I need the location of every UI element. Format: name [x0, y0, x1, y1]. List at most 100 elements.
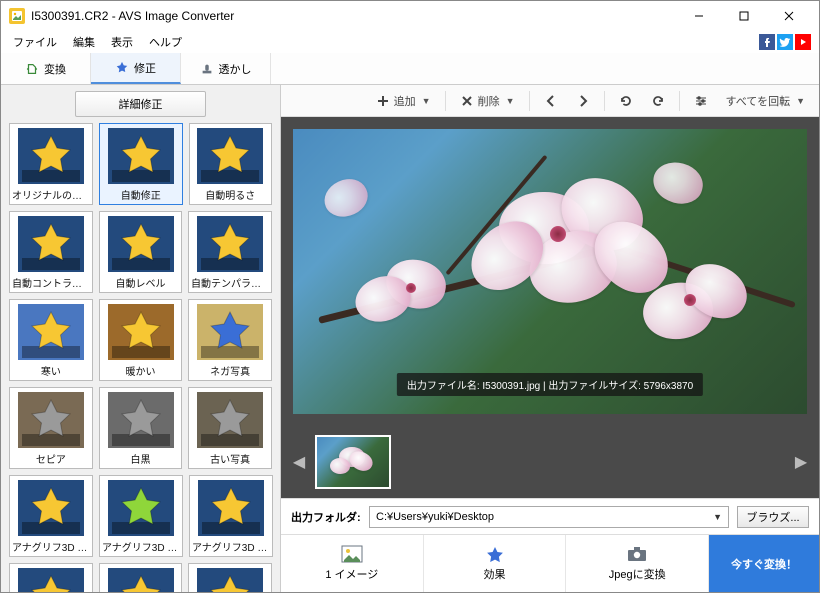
preset-cell[interactable]: 自動コントラスト [9, 211, 93, 293]
preset-thumb [108, 128, 174, 184]
status-format[interactable]: Jpegに変換 [566, 535, 709, 592]
menu-bar: ファイル 編集 表示 ヘルプ [1, 31, 819, 53]
preset-cell[interactable]: オリジナルの写真 [9, 123, 93, 205]
detail-correction-button[interactable]: 詳細修正 [75, 91, 206, 117]
next-button[interactable] [568, 88, 598, 114]
preset-thumb [197, 304, 263, 360]
menu-file[interactable]: ファイル [5, 32, 65, 52]
preset-label: 自動明るさ [192, 187, 270, 202]
preset-cell[interactable]: アナグリフ3D 赤・ [99, 475, 183, 557]
preset-cell[interactable]: 古い写真 [188, 387, 272, 469]
preset-cell[interactable]: 暖かい [99, 299, 183, 381]
filmstrip-next[interactable]: ▶ [793, 442, 809, 482]
preset-label: アナグリフ3D 赤・ [12, 539, 90, 554]
output-folder-label: 出力フォルダ: [291, 509, 361, 525]
preset-cell[interactable] [9, 563, 93, 592]
preset-thumb [108, 480, 174, 536]
rotate-cw-icon [651, 94, 665, 108]
preset-cell[interactable]: 自動レベル [99, 211, 182, 293]
preset-thumb [108, 568, 174, 592]
chevron-down-icon: ▼ [713, 512, 722, 522]
twitter-icon[interactable] [777, 34, 793, 50]
preset-thumb [197, 392, 263, 448]
preset-cell[interactable] [188, 563, 272, 592]
preset-cell[interactable]: 白黒 [99, 387, 183, 469]
preset-label: アナグリフ3D 赤・ [102, 539, 180, 554]
preset-thumb [108, 216, 174, 272]
convert-now-button[interactable]: 今すぐ変換！ [709, 535, 819, 592]
preset-label: 白黒 [102, 451, 180, 466]
rotate-ccw-icon [619, 94, 633, 108]
preset-label: アナグリフ3D 黄青 [192, 539, 270, 554]
image-toolbar: 追加▼ 削除▼ すべてを回転▼ [281, 85, 819, 117]
menu-help[interactable]: ヘルプ [141, 32, 190, 52]
preset-label: 自動テンパラチャー [191, 275, 269, 290]
preset-thumb [198, 480, 264, 536]
preset-thumb [108, 304, 174, 360]
filmstrip-prev[interactable]: ◀ [291, 442, 307, 482]
camera-icon [626, 545, 648, 563]
preset-cell[interactable]: ネガ写真 [188, 299, 272, 381]
rotate-ccw-button[interactable] [611, 88, 641, 114]
close-button[interactable] [766, 2, 811, 30]
output-folder-dropdown[interactable]: C:¥Users¥yuki¥Desktop ▼ [369, 506, 729, 528]
status-images[interactable]: 1 イメージ [281, 535, 424, 592]
chevron-down-icon: ▼ [796, 96, 805, 106]
chevron-down-icon: ▼ [506, 96, 515, 106]
menu-edit[interactable]: 編集 [65, 32, 103, 52]
settings-button[interactable] [686, 88, 716, 114]
arrow-left-icon [544, 94, 558, 108]
preset-label: 自動修正 [102, 187, 180, 202]
preset-label: 古い写真 [191, 451, 269, 466]
left-panel: 詳細修正 オリジナルの写真 自動修正 自動明るさ [1, 85, 281, 592]
preset-cell[interactable]: 自動明るさ [189, 123, 273, 205]
preset-thumb [18, 392, 84, 448]
preset-thumb [18, 128, 84, 184]
preset-thumb [197, 216, 263, 272]
preset-thumb [18, 216, 84, 272]
tab-watermark[interactable]: 透かし [181, 53, 271, 84]
preset-thumb [18, 568, 84, 592]
minimize-button[interactable] [676, 2, 721, 30]
preset-cell[interactable]: 自動テンパラチャー [188, 211, 272, 293]
status-effects[interactable]: 効果 [424, 535, 567, 592]
preview-info-overlay: 出力ファイル名: I5300391.jpg | 出力ファイルサイズ: 5796x… [397, 373, 703, 396]
preset-cell[interactable]: アナグリフ3D 黄青 [189, 475, 273, 557]
prev-button[interactable] [536, 88, 566, 114]
youtube-icon[interactable] [795, 34, 811, 50]
right-panel: 追加▼ 削除▼ すべてを回転▼ [281, 85, 819, 592]
preset-label: 自動レベル [102, 275, 179, 290]
chevron-down-icon: ▼ [422, 96, 431, 106]
rotate-all-button[interactable]: すべてを回転▼ [718, 88, 814, 114]
maximize-button[interactable] [721, 2, 766, 30]
main-tabs: 変換 修正 透かし [1, 53, 819, 85]
sliders-icon [694, 94, 708, 108]
x-icon [460, 94, 474, 108]
filmstrip: ◀ ▶ [281, 426, 819, 498]
tab-convert[interactable]: 変換 [1, 53, 91, 84]
filmstrip-thumb[interactable] [315, 435, 391, 489]
arrow-right-icon [576, 94, 590, 108]
rotate-cw-button[interactable] [643, 88, 673, 114]
tab-correct[interactable]: 修正 [91, 53, 181, 84]
browse-button[interactable]: ブラウズ... [737, 506, 809, 528]
convert-icon [25, 62, 39, 76]
facebook-icon[interactable] [759, 34, 775, 50]
preset-label: 暖かい [102, 363, 180, 378]
output-folder-value: C:¥Users¥yuki¥Desktop [376, 511, 494, 523]
star-icon [484, 545, 506, 563]
preset-cell[interactable]: 自動修正 [99, 123, 183, 205]
preset-cell[interactable]: 寒い [9, 299, 93, 381]
preset-cell[interactable]: アナグリフ3D 赤・ [9, 475, 93, 557]
title-bar: I5300391.CR2 - AVS Image Converter [1, 1, 819, 31]
menu-view[interactable]: 表示 [103, 32, 141, 52]
stamp-icon [200, 62, 214, 76]
add-button[interactable]: 追加▼ [368, 88, 439, 114]
delete-button[interactable]: 削除▼ [452, 88, 523, 114]
preset-cell[interactable]: セピア [9, 387, 93, 469]
preset-thumb [197, 128, 263, 184]
output-bar: 出力フォルダ: C:¥Users¥yuki¥Desktop ▼ ブラウズ... [281, 498, 819, 534]
window-title: I5300391.CR2 - AVS Image Converter [31, 9, 676, 23]
preset-cell[interactable] [99, 563, 183, 592]
preset-label: 自動コントラスト [12, 275, 90, 290]
